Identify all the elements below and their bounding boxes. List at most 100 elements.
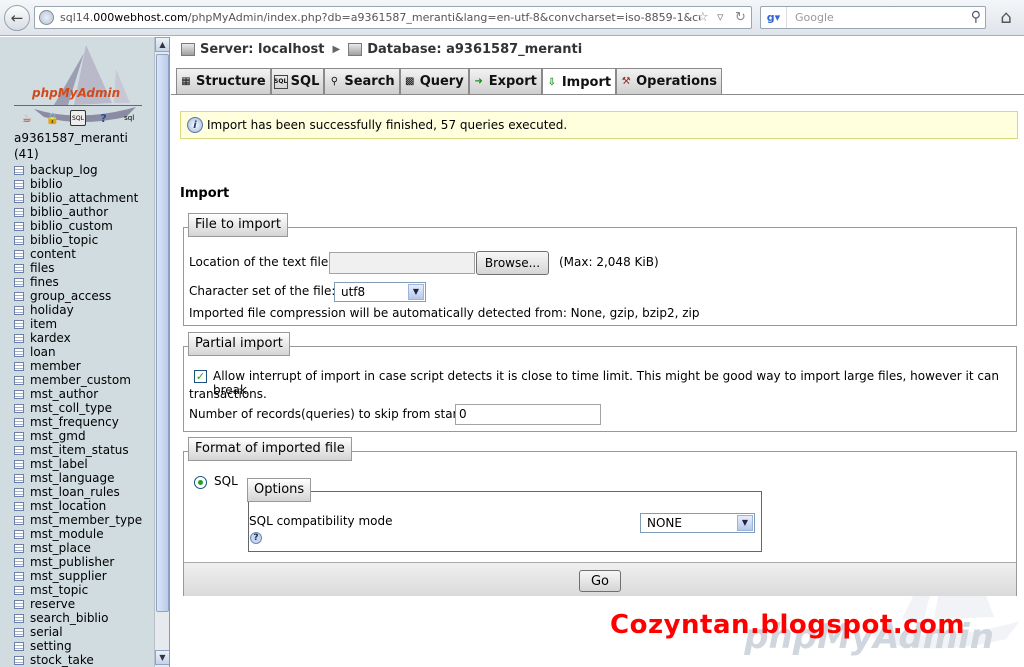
sidebar-table-item[interactable]: setting bbox=[14, 639, 142, 653]
tab-sql[interactable]: SQL SQL bbox=[270, 68, 325, 94]
table-icon[interactable] bbox=[14, 347, 24, 357]
sidebar-table-item[interactable]: reserve bbox=[14, 597, 142, 611]
table-icon[interactable] bbox=[14, 445, 24, 455]
table-icon[interactable] bbox=[14, 333, 24, 343]
reload-icon[interactable]: ↻ bbox=[735, 10, 746, 25]
tab-import[interactable]: ⇩ Import bbox=[541, 68, 617, 95]
sidebar-table-item[interactable]: mst_coll_type bbox=[14, 401, 142, 415]
chevron-down-icon[interactable]: ▼ bbox=[737, 515, 753, 531]
table-icon[interactable] bbox=[14, 473, 24, 483]
sidebar-table-item[interactable]: mst_location bbox=[14, 499, 142, 513]
table-icon[interactable] bbox=[14, 165, 24, 175]
sidebar-table-item[interactable]: mst_topic bbox=[14, 583, 142, 597]
table-icon[interactable] bbox=[14, 305, 24, 315]
home-icon[interactable]: ☕ bbox=[19, 110, 35, 126]
table-icon[interactable] bbox=[14, 291, 24, 301]
table-icon[interactable] bbox=[14, 375, 24, 385]
table-icon[interactable] bbox=[14, 599, 24, 609]
sidebar-table-item[interactable]: holiday bbox=[14, 303, 142, 317]
file-path-field[interactable] bbox=[329, 252, 475, 274]
sidebar-table-item[interactable]: mst_language bbox=[14, 471, 142, 485]
browse-button[interactable]: Browse... bbox=[476, 251, 549, 275]
table-icon[interactable] bbox=[14, 487, 24, 497]
table-icon[interactable] bbox=[14, 543, 24, 553]
sidebar-table-item[interactable]: group_access bbox=[14, 289, 142, 303]
bookmark-star-icon[interactable]: ☆ bbox=[697, 10, 709, 25]
sidebar-table-item[interactable]: biblio_author bbox=[14, 205, 142, 219]
table-icon[interactable] bbox=[14, 655, 24, 665]
sidebar-table-item[interactable]: content bbox=[14, 247, 142, 261]
sidebar-table-item[interactable]: stock_take bbox=[14, 653, 142, 667]
breadcrumb-server[interactable]: Server: localhost bbox=[200, 42, 324, 57]
tab-structure[interactable]: ▦ Structure bbox=[176, 68, 271, 94]
sidebar-table-item[interactable]: biblio_attachment bbox=[14, 191, 142, 205]
sidebar-table-item[interactable]: backup_log bbox=[14, 163, 142, 177]
tab-search[interactable]: ⚲ Search bbox=[324, 68, 400, 94]
address-bar[interactable]: sql14.000webhost.com/phpMyAdmin/index.ph… bbox=[34, 6, 752, 29]
table-icon[interactable] bbox=[14, 221, 24, 231]
table-icon[interactable] bbox=[14, 557, 24, 567]
sidebar-table-item[interactable]: fines bbox=[14, 275, 142, 289]
chevron-down-icon[interactable]: ▼ bbox=[408, 284, 424, 300]
google-icon[interactable]: g▾ bbox=[761, 7, 787, 28]
sidebar-table-item[interactable]: member_custom bbox=[14, 373, 142, 387]
sidebar-table-item[interactable]: item bbox=[14, 317, 142, 331]
scroll-down-icon[interactable]: ▼ bbox=[155, 650, 169, 665]
sidebar-table-item[interactable]: serial bbox=[14, 625, 142, 639]
sidebar-table-item[interactable]: loan bbox=[14, 345, 142, 359]
history-dropdown-icon[interactable]: ▿ bbox=[717, 10, 724, 25]
table-icon[interactable] bbox=[14, 529, 24, 539]
sidebar-table-item[interactable]: mst_frequency bbox=[14, 415, 142, 429]
table-icon[interactable] bbox=[14, 403, 24, 413]
table-icon[interactable] bbox=[14, 319, 24, 329]
sidebar-table-item[interactable]: biblio_custom bbox=[14, 219, 142, 233]
sidebar-table-item[interactable]: mst_supplier bbox=[14, 569, 142, 583]
table-icon[interactable] bbox=[14, 515, 24, 525]
sidebar-table-item[interactable]: mst_gmd bbox=[14, 429, 142, 443]
sidebar-table-item[interactable]: biblio bbox=[14, 177, 142, 191]
table-icon[interactable] bbox=[14, 585, 24, 595]
magnifier-icon[interactable]: ⚲ bbox=[971, 9, 981, 25]
sidebar-table-item[interactable]: mst_place bbox=[14, 541, 142, 555]
compat-select[interactable]: NONE ▼ bbox=[640, 513, 755, 533]
sidebar-table-item[interactable]: kardex bbox=[14, 331, 142, 345]
sidebar-table-item[interactable]: member bbox=[14, 359, 142, 373]
sidebar-table-item[interactable]: mst_publisher bbox=[14, 555, 142, 569]
sidebar-table-item[interactable]: mst_item_status bbox=[14, 443, 142, 457]
table-icon[interactable] bbox=[14, 641, 24, 651]
tab-operations[interactable]: ⚒ Operations bbox=[616, 68, 723, 94]
sidebar-table-item[interactable]: search_biblio bbox=[14, 611, 142, 625]
help-icon[interactable]: ? bbox=[250, 532, 262, 544]
table-icon[interactable] bbox=[14, 627, 24, 637]
scrollbar-thumb[interactable] bbox=[156, 54, 169, 612]
sidebar-table-item[interactable]: mst_author bbox=[14, 387, 142, 401]
table-icon[interactable] bbox=[14, 459, 24, 469]
table-icon[interactable] bbox=[14, 431, 24, 441]
sidebar-table-item[interactable]: files bbox=[14, 261, 142, 275]
sidebar-table-item[interactable]: biblio_topic bbox=[14, 233, 142, 247]
allow-interrupt-checkbox[interactable]: ✓ bbox=[194, 370, 207, 383]
home-icon[interactable]: ⌂ bbox=[994, 6, 1018, 30]
breadcrumb-database[interactable]: Database: a9361587_meranti bbox=[367, 42, 582, 57]
table-icon[interactable] bbox=[14, 263, 24, 273]
table-icon[interactable] bbox=[14, 235, 24, 245]
table-icon[interactable] bbox=[14, 613, 24, 623]
skip-input[interactable]: 0 bbox=[455, 404, 601, 425]
table-icon[interactable] bbox=[14, 249, 24, 259]
help-icon[interactable]: ? bbox=[96, 110, 112, 126]
table-icon[interactable] bbox=[14, 179, 24, 189]
table-icon[interactable] bbox=[14, 193, 24, 203]
tab-export[interactable]: ➜ Export bbox=[468, 68, 542, 94]
table-icon[interactable] bbox=[14, 417, 24, 427]
sql-format-radio[interactable] bbox=[194, 476, 207, 489]
table-icon[interactable] bbox=[14, 571, 24, 581]
sql-docs-icon[interactable]: sql bbox=[121, 110, 137, 126]
table-icon[interactable] bbox=[14, 277, 24, 287]
go-button[interactable]: Go bbox=[579, 570, 621, 592]
sidebar-table-item[interactable]: mst_label bbox=[14, 457, 142, 471]
scroll-up-icon[interactable]: ▲ bbox=[155, 37, 169, 52]
search-bar[interactable]: g▾ Google ⚲ bbox=[760, 6, 986, 29]
table-icon[interactable] bbox=[14, 207, 24, 217]
charset-select[interactable]: utf8 ▼ bbox=[334, 282, 426, 302]
sidebar-table-item[interactable]: mst_loan_rules bbox=[14, 485, 142, 499]
